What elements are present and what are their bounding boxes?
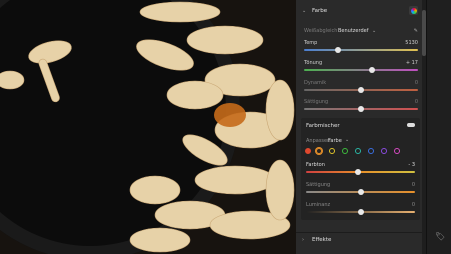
chevron-down-icon[interactable]: ⌄: [345, 137, 349, 143]
vibrance-value[interactable]: 0: [415, 80, 418, 86]
luminance-label: Luminanz: [306, 202, 331, 208]
swatch-magenta[interactable]: [394, 148, 400, 154]
saturation-slider-knob[interactable]: [358, 106, 364, 112]
eyedropper-icon[interactable]: ✎: [414, 28, 418, 34]
tint-label: Tönung: [304, 60, 323, 66]
hue-value[interactable]: - 3: [408, 162, 415, 168]
swatch-purple[interactable]: [381, 148, 387, 154]
swatch-green[interactable]: [342, 148, 348, 154]
mixer-title: Farbmischer: [306, 123, 340, 129]
chevron-down-icon[interactable]: ⌄: [302, 8, 306, 14]
temp-value[interactable]: 5130: [405, 40, 418, 46]
swatch-row: [305, 148, 417, 155]
swatch-orange[interactable]: [316, 148, 322, 154]
saturation-slider[interactable]: [304, 106, 418, 112]
mixer-saturation-slider[interactable]: [306, 189, 415, 195]
swatch-red[interactable]: [305, 148, 311, 154]
saturation-value[interactable]: 0: [415, 99, 418, 105]
effects-title[interactable]: Effekte: [312, 237, 331, 243]
temp-slider-knob[interactable]: [335, 47, 342, 53]
wb-dropdown[interactable]: Benutzerdef: [338, 28, 368, 34]
right-toolbar: 🏷: [426, 0, 451, 254]
hue-slider-knob[interactable]: [355, 169, 362, 175]
divider: [296, 232, 426, 233]
color-wheel-button[interactable]: [409, 6, 418, 15]
tint-value[interactable]: + 17: [406, 60, 418, 66]
photo-canvas[interactable]: [0, 0, 296, 254]
mixer-saturation-label: Sättigung: [306, 182, 331, 188]
tint-slider-knob[interactable]: [369, 67, 376, 73]
mixer-toggle[interactable]: [407, 123, 415, 127]
adjust-dropdown[interactable]: Farbe: [328, 138, 342, 144]
color-mixer-panel: Farbmischer Anpassen Farbe ⌄ Farbton - 3…: [301, 118, 420, 220]
hue-label: Farbton: [306, 162, 325, 168]
chevron-down-icon[interactable]: ⌄: [372, 28, 376, 34]
section-title: Farbe: [312, 8, 328, 14]
luminance-value[interactable]: 0: [412, 202, 415, 208]
mixer-saturation-slider-knob[interactable]: [357, 189, 364, 195]
tag-icon[interactable]: 🏷: [435, 232, 445, 241]
swatch-blue[interactable]: [368, 148, 374, 154]
wb-label: Weißabgleich: [304, 28, 338, 34]
swatch-aqua[interactable]: [355, 148, 361, 154]
mushroom-image: [0, 1, 295, 253]
tint-slider[interactable]: [304, 67, 418, 73]
luminance-slider[interactable]: [306, 209, 415, 215]
color-wheel-icon: [410, 7, 417, 14]
luminance-slider-knob[interactable]: [357, 209, 364, 215]
adjust-label: Anpassen: [306, 138, 331, 144]
swatch-yellow[interactable]: [329, 148, 335, 154]
vibrance-slider-knob[interactable]: [358, 87, 364, 93]
saturation-label: Sättigung: [304, 99, 329, 105]
temp-label: Temp: [304, 40, 318, 46]
hue-slider[interactable]: [306, 169, 415, 175]
mixer-saturation-value[interactable]: 0: [412, 182, 415, 188]
temp-slider[interactable]: [304, 47, 418, 53]
chevron-right-icon[interactable]: ›: [302, 237, 304, 243]
vibrance-slider[interactable]: [304, 87, 418, 93]
vibrance-label: Dynamik: [304, 80, 327, 86]
